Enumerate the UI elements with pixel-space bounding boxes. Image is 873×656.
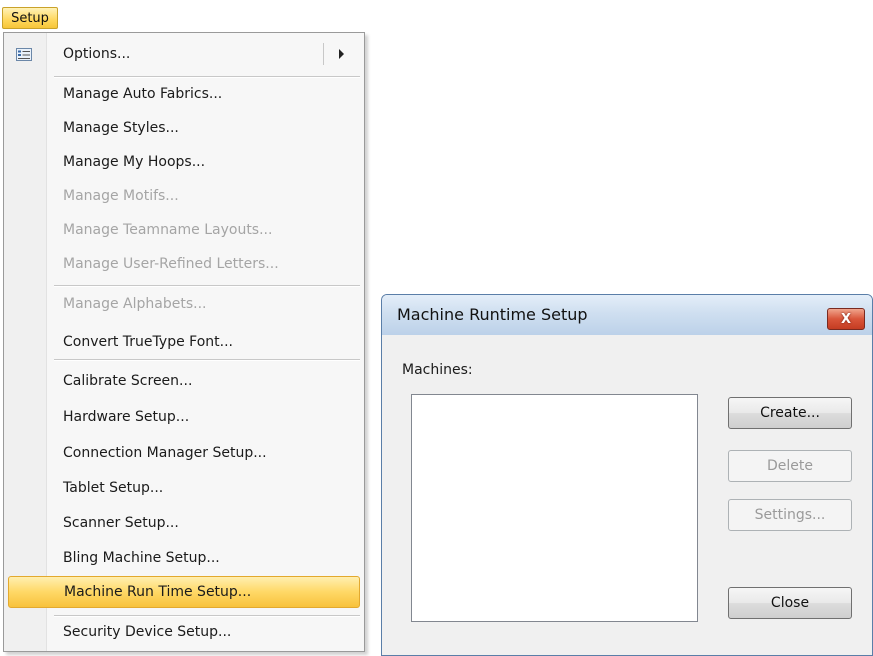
menu-item-label: Connection Manager Setup... xyxy=(63,445,267,461)
dialog-titlebar[interactable]: Machine Runtime Setup X xyxy=(382,295,872,335)
menu-item-label: Manage Auto Fabrics... xyxy=(63,86,223,102)
machines-label: Machines: xyxy=(402,362,473,378)
menu-item-label: Manage Motifs... xyxy=(63,188,179,204)
menu-item-calibrate-screen[interactable]: Calibrate Screen... xyxy=(8,366,360,396)
machines-listbox[interactable] xyxy=(411,394,698,622)
menu-separator xyxy=(54,359,360,361)
menu-item-label: Manage Styles... xyxy=(63,120,179,136)
menu-item-manage-teamname-layouts: Manage Teamname Layouts... xyxy=(8,215,360,245)
menu-item-label: Calibrate Screen... xyxy=(63,373,193,389)
menu-item-machine-run-time-setup[interactable]: Machine Run Time Setup... xyxy=(8,576,360,608)
menu-item-bling-machine-setup[interactable]: Bling Machine Setup... xyxy=(8,543,360,573)
menu-item-label: Options... xyxy=(63,46,131,62)
create-button[interactable]: Create... xyxy=(728,397,852,429)
menu-separator xyxy=(54,285,360,287)
machine-runtime-setup-dialog: Machine Runtime Setup X Machines: Create… xyxy=(381,294,873,656)
menu-item-options[interactable]: Options... xyxy=(8,39,360,69)
setup-dropdown-menu: Options... Manage Auto Fabrics... Manage… xyxy=(3,32,365,652)
menu-item-manage-styles[interactable]: Manage Styles... xyxy=(8,113,360,143)
menu-separator xyxy=(54,76,360,78)
submenu-arrow-icon[interactable] xyxy=(339,49,344,59)
dialog-title: Machine Runtime Setup xyxy=(397,305,588,324)
menu-item-label: Tablet Setup... xyxy=(63,480,164,496)
menu-item-label: Hardware Setup... xyxy=(63,409,190,425)
menu-item-security-device-setup[interactable]: Security Device Setup... xyxy=(8,617,360,647)
setup-menu-button[interactable]: Setup xyxy=(2,7,58,29)
menu-item-label: Machine Run Time Setup... xyxy=(64,584,252,600)
menu-item-hardware-setup[interactable]: Hardware Setup... xyxy=(8,402,360,432)
menu-item-label: Bling Machine Setup... xyxy=(63,550,220,566)
menu-item-label: Manage Teamname Layouts... xyxy=(63,222,273,238)
menu-item-convert-truetype-font[interactable]: Convert TrueType Font... xyxy=(8,327,360,357)
menu-item-label: Scanner Setup... xyxy=(63,515,179,531)
settings-button: Settings... xyxy=(728,499,852,531)
menu-item-manage-alphabets: Manage Alphabets... xyxy=(8,289,360,319)
menu-item-manage-user-refined-letters: Manage User-Refined Letters... xyxy=(8,249,360,279)
menu-item-manage-my-hoops[interactable]: Manage My Hoops... xyxy=(8,147,360,177)
delete-button: Delete xyxy=(728,450,852,482)
menu-item-scanner-setup[interactable]: Scanner Setup... xyxy=(8,508,360,538)
close-icon[interactable]: X xyxy=(827,308,865,330)
menu-item-tablet-setup[interactable]: Tablet Setup... xyxy=(8,473,360,503)
menu-item-connection-manager-setup[interactable]: Connection Manager Setup... xyxy=(8,438,360,468)
menu-item-label: Manage My Hoops... xyxy=(63,154,206,170)
submenu-divider xyxy=(323,43,324,65)
menu-item-manage-motifs: Manage Motifs... xyxy=(8,181,360,211)
menu-item-label: Manage Alphabets... xyxy=(63,296,207,312)
menu-item-label: Security Device Setup... xyxy=(63,624,232,640)
close-button[interactable]: Close xyxy=(728,587,852,619)
menu-item-label: Manage User-Refined Letters... xyxy=(63,256,279,272)
menu-item-manage-auto-fabrics[interactable]: Manage Auto Fabrics... xyxy=(8,79,360,109)
menu-item-label: Convert TrueType Font... xyxy=(63,334,233,350)
